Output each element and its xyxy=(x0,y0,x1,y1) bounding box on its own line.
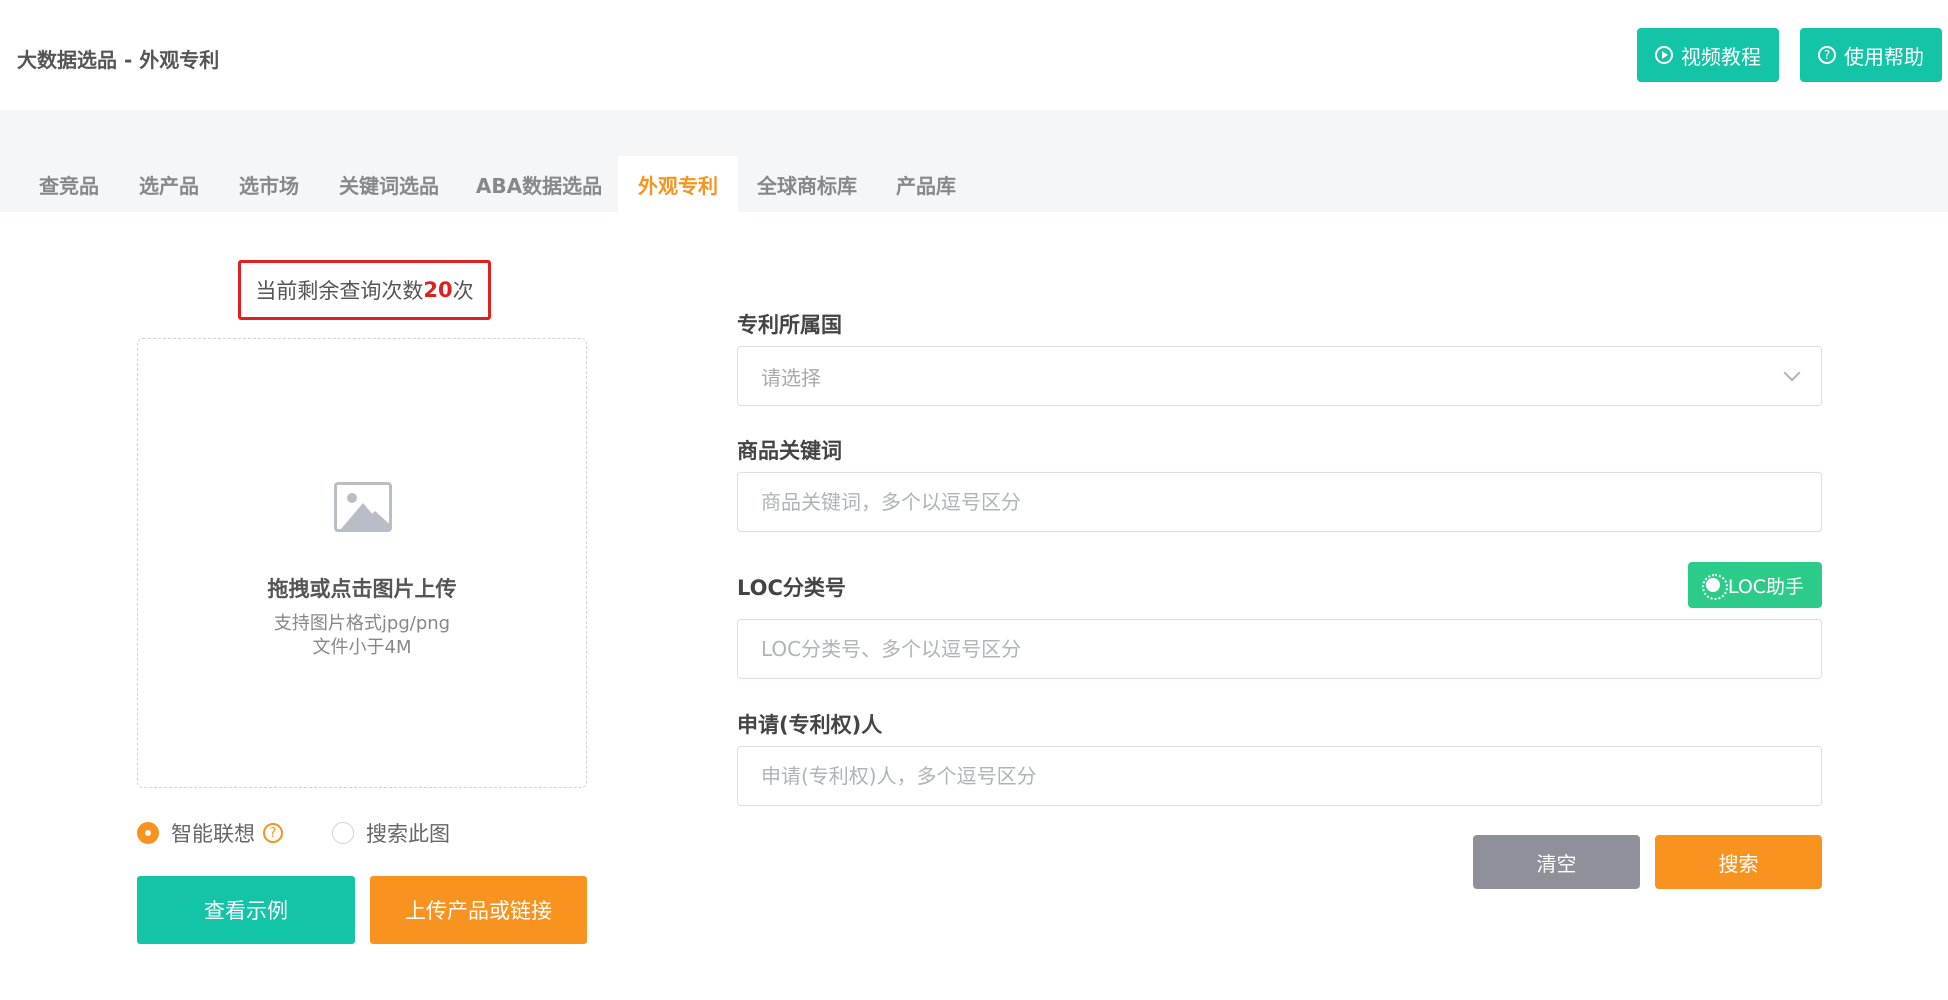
quota-suffix: 次 xyxy=(452,279,474,303)
radio-smart-label: 智能联想 xyxy=(171,822,255,846)
image-placeholder-icon xyxy=(334,482,392,532)
help-circle-icon[interactable]: ? xyxy=(263,823,283,843)
view-example-button[interactable]: 查看示例 xyxy=(137,876,355,944)
upload-title: 拖拽或点击图片上传 xyxy=(267,577,457,601)
keyword-label: 商品关键词 xyxy=(737,439,842,463)
keyword-field-wrapper xyxy=(737,472,1822,532)
tab-design-patent[interactable]: 外观专利 xyxy=(618,156,738,212)
page-title: 大数据选品 - 外观专利 xyxy=(17,48,220,72)
radio-smart-association[interactable]: 智能联想 ? xyxy=(137,818,283,848)
loc-field-wrapper xyxy=(737,619,1822,679)
radio-checked-icon xyxy=(137,822,159,844)
loc-label: LOC分类号 xyxy=(737,576,846,600)
tab-keyword[interactable]: 关键词选品 xyxy=(330,156,448,212)
image-upload-area[interactable]: 拖拽或点击图片上传 支持图片格式jpg/png 文件小于4M xyxy=(137,338,587,788)
loc-helper-label: LOC助手 xyxy=(1727,575,1805,598)
country-select-value: 请选择 xyxy=(761,365,821,390)
tab-market[interactable]: 选市场 xyxy=(230,156,308,212)
tab-trademark[interactable]: 全球商标库 xyxy=(748,156,866,212)
help-label: 使用帮助 xyxy=(1844,44,1924,69)
applicant-input[interactable] xyxy=(761,764,1798,788)
quota-count: 20 xyxy=(423,278,453,302)
bulb-icon xyxy=(1701,574,1728,600)
search-button[interactable]: 搜索 xyxy=(1655,835,1822,889)
chevron-down-icon xyxy=(1783,364,1801,382)
tab-product[interactable]: 选产品 xyxy=(130,156,208,212)
applicant-field-wrapper xyxy=(737,746,1822,806)
upload-format-hint: 支持图片格式jpg/png xyxy=(273,613,451,634)
loc-helper-button[interactable]: LOC助手 xyxy=(1688,562,1822,608)
play-circle-icon xyxy=(1655,46,1673,64)
tab-aba[interactable]: ABA数据选品 xyxy=(470,156,608,212)
radio-image-label: 搜索此图 xyxy=(366,822,450,846)
keyword-input[interactable] xyxy=(761,490,1798,514)
tab-product-library[interactable]: 产品库 xyxy=(886,156,966,212)
tab-competitor[interactable]: 查竞品 xyxy=(30,156,108,212)
quota-prefix: 当前剩余查询次数 xyxy=(255,279,424,303)
tab-bar: 查竞品 选产品 选市场 关键词选品 ABA数据选品 外观专利 全球商标库 产品库 xyxy=(0,110,1948,212)
upload-size-hint: 文件小于4M xyxy=(312,637,412,658)
question-circle-icon: ? xyxy=(1818,46,1836,64)
clear-button[interactable]: 清空 xyxy=(1473,835,1640,889)
country-label: 专利所属国 xyxy=(737,313,842,337)
top-bar: 大数据选品 - 外观专利 视频教程 ? 使用帮助 xyxy=(0,0,1948,110)
upload-product-link-button[interactable]: 上传产品或链接 xyxy=(370,876,587,944)
video-tutorial-button[interactable]: 视频教程 xyxy=(1637,28,1779,82)
applicant-label: 申请(专利权)人 xyxy=(737,713,883,737)
radio-unchecked-icon xyxy=(332,822,354,844)
country-select[interactable]: 请选择 xyxy=(737,346,1822,406)
remaining-queries-notice: 当前剩余查询次数 20 次 xyxy=(238,260,491,320)
loc-input[interactable] xyxy=(761,637,1798,661)
video-tutorial-label: 视频教程 xyxy=(1681,44,1761,69)
help-button[interactable]: ? 使用帮助 xyxy=(1800,28,1942,82)
radio-search-image[interactable]: 搜索此图 xyxy=(332,818,450,848)
